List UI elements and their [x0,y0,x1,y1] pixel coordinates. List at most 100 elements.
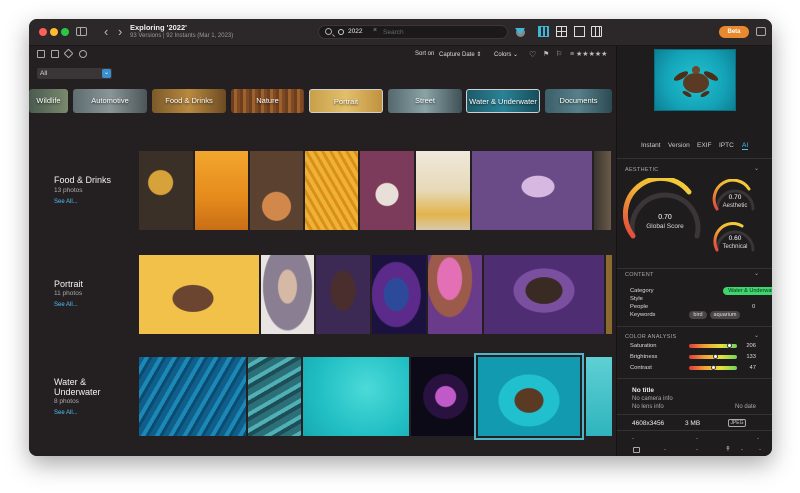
turtle-image [673,66,719,98]
calendar-icon[interactable] [51,50,59,58]
filter-select[interactable]: All ⌄ [37,68,112,79]
photo-thumbnail[interactable] [372,255,426,334]
photo-thumbnail[interactable] [139,255,259,334]
sort-dropdown[interactable]: Capture Date ⇕ [439,51,481,58]
photo-thumbnail[interactable] [472,151,592,230]
forward-arrow-icon[interactable]: › [118,24,122,39]
photo-thumbnail[interactable] [411,357,474,436]
photo-thumbnail[interactable] [195,151,248,230]
saturation-knob [727,343,732,348]
photo-thumbnail-selected[interactable] [474,353,584,440]
zoom-window-button[interactable] [61,28,69,36]
lens-icon[interactable]: ↟ [725,445,731,453]
photo-thumbnail[interactable] [250,151,303,230]
chevron-down-icon[interactable]: ⌄ [754,270,759,277]
divider [617,430,772,431]
photo-thumbnail[interactable] [139,151,193,230]
photo-thumbnail[interactable] [416,151,470,230]
global-score-label: Global Score [646,223,684,230]
tab-iptc[interactable]: IPTC [719,142,734,149]
window-subtitle: 93 Versions | 92 Instants (Mar 1, 2023) [130,33,234,39]
chevron-down-icon[interactable]: ⌄ [754,332,759,339]
filesize-value: 3 MB [685,420,701,427]
minimize-window-button[interactable] [50,28,58,36]
photo-thumbnail[interactable] [261,255,314,334]
photo-thumbnail[interactable] [360,151,414,230]
dimensions-value: 4608x3456 [632,420,665,427]
placeholder-dash: - [757,436,759,442]
keyword-pill[interactable]: bird [689,311,707,319]
keyword-pill[interactable]: aquarium [710,311,740,319]
search-input[interactable] [383,27,493,37]
colors-dropdown[interactable]: Colors ⌄ [494,51,518,58]
right-panel-toggle-icon[interactable] [756,27,766,36]
chip-label: Water & Underwater [469,97,537,106]
technical-score-value: 0.60 [728,235,742,242]
tab-exif[interactable]: EXIF [697,142,711,149]
tag-icon[interactable] [63,48,74,59]
info-icon[interactable] [633,447,640,453]
photo-thumbnail[interactable] [428,255,482,334]
photo-thumbnail[interactable] [139,357,246,436]
main-content: Sort on Capture Date ⇕ Colors ⌄ ♡ ⚑ ⚐ ≡ … [29,46,616,456]
contrast-value: 47 [749,365,756,371]
photo-title[interactable]: No title [632,387,654,394]
flag-icon[interactable]: ⚑ [543,50,549,58]
search-token[interactable]: 2022 [336,27,366,37]
photo-thumbnail[interactable] [305,151,358,230]
sidebar-toggle-icon[interactable] [76,27,87,36]
keywords-label: Keywords [630,312,656,318]
rating-filter[interactable]: ≡ ★★★★★ [570,50,607,58]
category-value-pill[interactable]: Water & Underwater [723,287,772,295]
search-field[interactable]: 2022 × [318,25,525,39]
see-all-portrait-link[interactable]: See All... [54,302,78,308]
chip-automotive[interactable]: Automotive [73,89,147,113]
photo-thumbnail[interactable] [606,255,612,334]
person-icon[interactable] [79,50,87,58]
divider [617,414,772,415]
chip-wildlife[interactable]: Wildlife [29,89,68,113]
photo-thumbnail[interactable] [316,255,370,334]
chip-label: Food & Drinks [165,96,213,105]
see-all-water-link[interactable]: See All... [54,410,78,416]
photo-thumbnail[interactable] [303,357,409,436]
filter-icon[interactable] [515,28,525,35]
photo-thumbnail[interactable] [484,255,604,334]
see-all-food-link[interactable]: See All... [54,199,78,205]
technical-score-label: Technical [722,244,748,250]
content-section-header: CONTENT [625,272,654,278]
reject-flag-icon[interactable]: ⚐ [556,50,562,58]
hierarchy-icon[interactable] [37,50,45,58]
chip-water-underwater[interactable]: Water & Underwater [466,89,540,113]
tab-version[interactable]: Version [668,142,690,149]
saturation-value: 206 [746,343,756,349]
chip-nature[interactable]: Nature [231,89,304,113]
tab-ai[interactable]: AI [742,142,749,150]
heart-icon[interactable]: ♡ [529,50,536,59]
single-view-icon[interactable] [574,26,585,37]
chip-label: Wildlife [36,96,61,105]
grid-view-icon[interactable] [538,26,549,37]
chip-food-drinks[interactable]: Food & Drinks [152,89,226,113]
chevron-down-icon[interactable]: ⌄ [754,165,759,172]
close-window-button[interactable] [39,28,47,36]
chip-street[interactable]: Street [388,89,462,113]
photo-thumbnail[interactable] [586,357,612,436]
quad-view-icon[interactable] [556,26,567,37]
tab-instant[interactable]: Instant [641,142,661,149]
group-title-food: Food & Drinks [54,175,112,185]
format-badge: JPEG [728,419,746,427]
app-window: ‹ › Exploring '2022' 93 Versions | 92 In… [29,19,772,456]
chip-documents[interactable]: Documents [545,89,612,113]
back-arrow-icon[interactable]: ‹ [104,24,108,39]
group-title-water: Water & Underwater [54,377,101,397]
map-view-icon[interactable] [591,26,602,37]
aesthetic-section-header: AESTHETIC [625,167,659,173]
photo-thumbnail[interactable] [248,357,301,436]
token-close-icon[interactable]: × [373,27,377,34]
photo-thumbnail[interactable] [594,151,611,230]
chip-label: Documents [559,96,598,105]
beta-badge[interactable]: Beta [719,26,749,38]
chip-portrait[interactable]: Portrait [309,89,383,113]
placeholder-dash: - [741,447,743,453]
